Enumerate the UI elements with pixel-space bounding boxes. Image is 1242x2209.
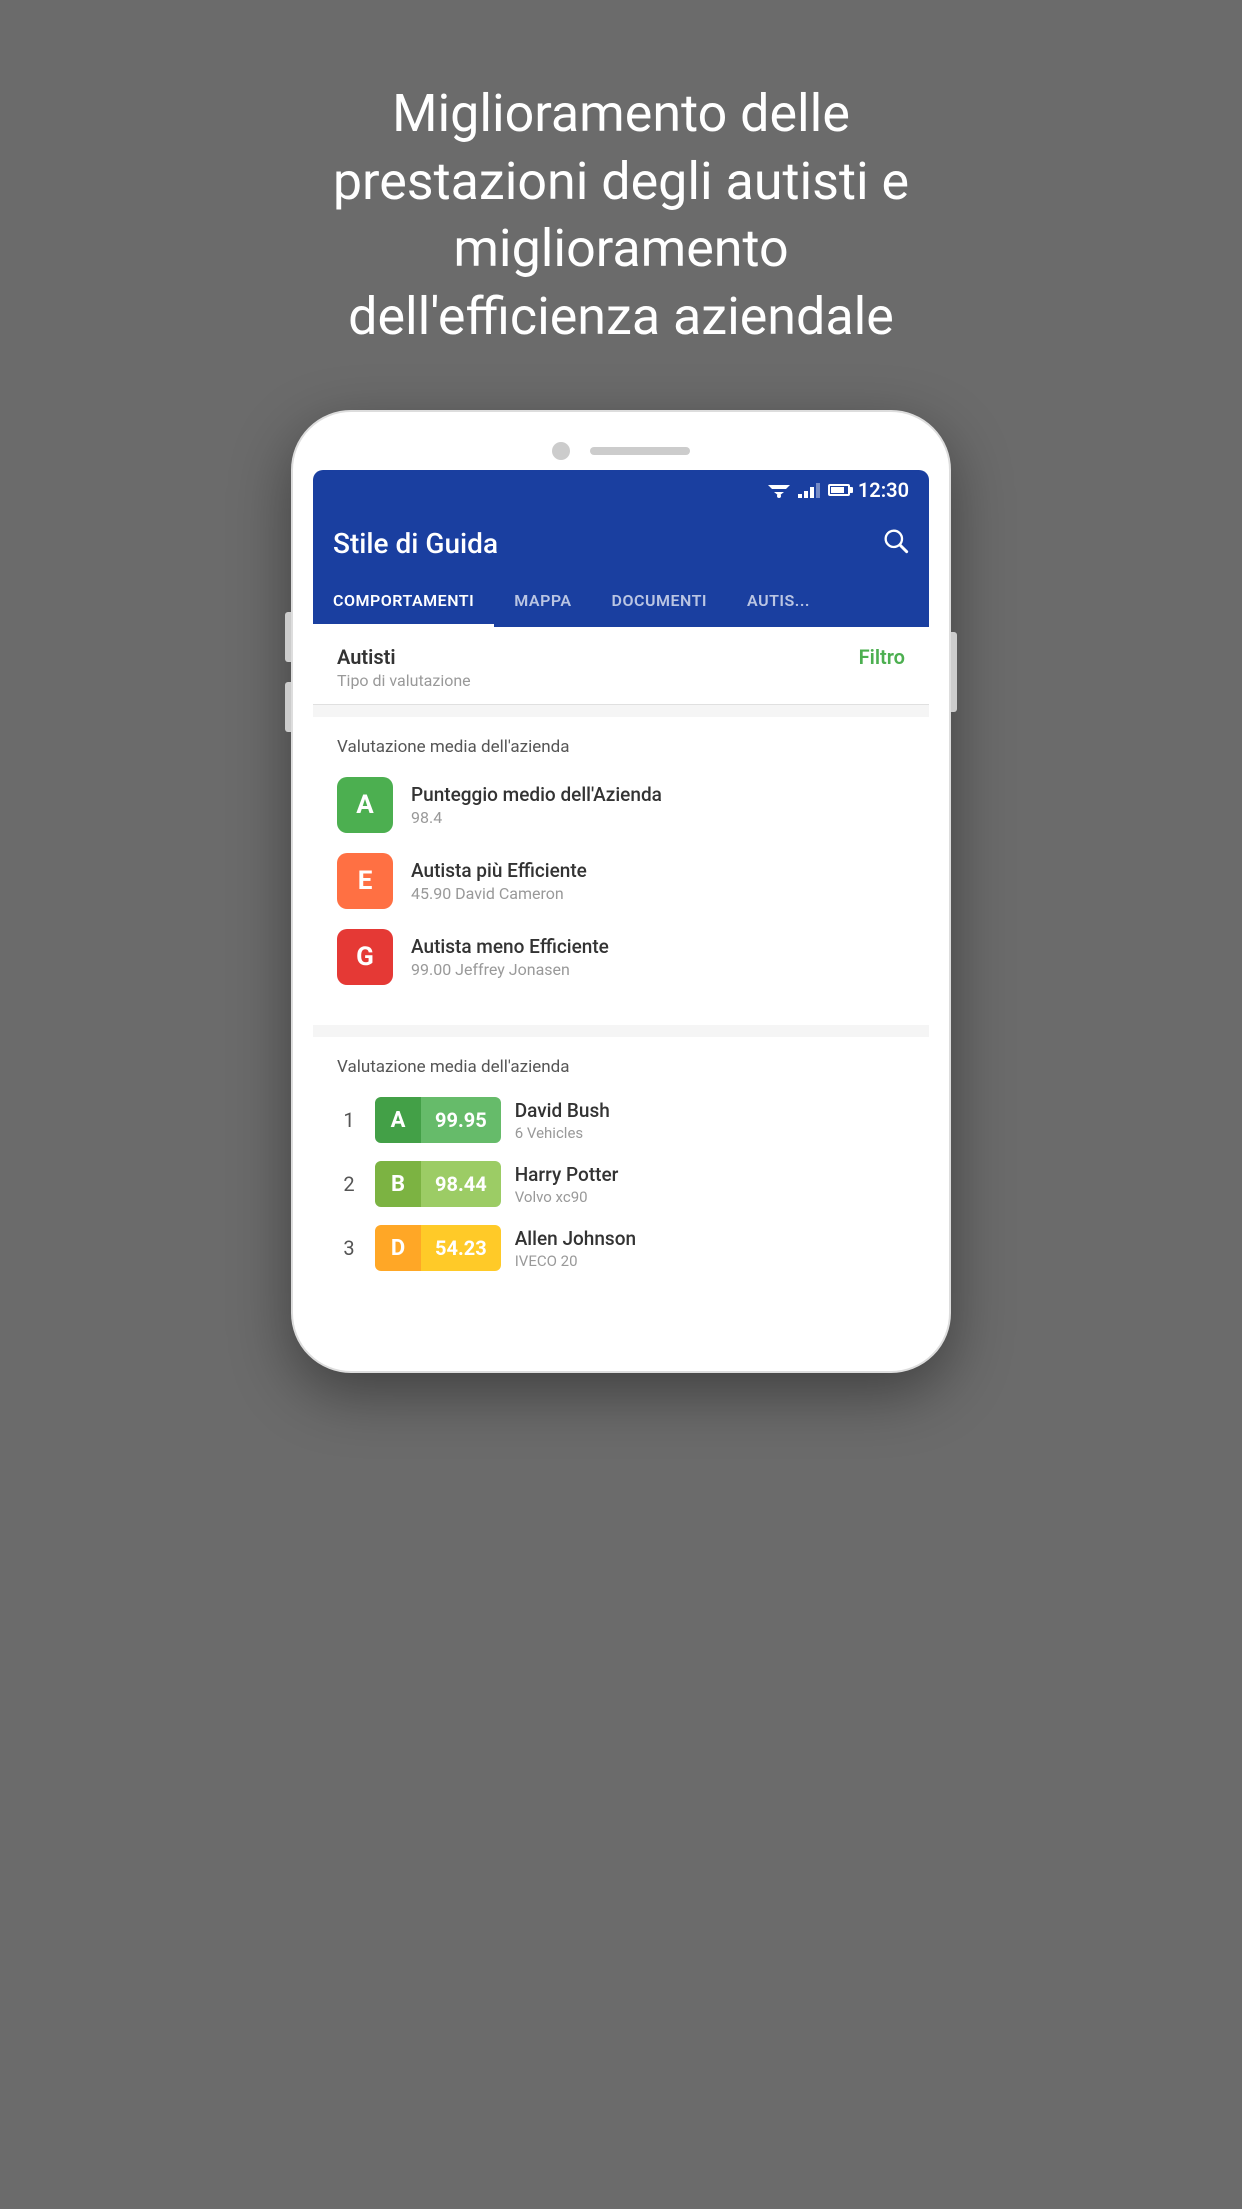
earpiece [590,447,690,455]
filter-button[interactable]: Filtro [859,645,905,669]
phone-top-bar [313,442,929,460]
rank-sub-2: IVECO 20 [515,1252,636,1270]
rank-letter-0: A [375,1097,421,1143]
metric-row-2: G Autista meno Efficiente 99.00 Jeffrey … [337,929,905,985]
rank-num-1: 2 [337,1172,361,1196]
rank-badge-1: B 98.44 [375,1161,501,1207]
rank-name-0: David Bush [515,1099,610,1122]
metric-label-2: Autista meno Efficiente [411,935,609,958]
company-section: Valutazione media dell'azienda A Puntegg… [313,717,929,1025]
app-bar: Stile di Guida [313,510,929,577]
ranking-row-1: 2 B 98.44 Harry Potter Volvo xc90 [337,1161,905,1207]
metric-badge-0: A [337,777,393,833]
ranking-row-0: 1 A 99.95 David Bush 6 Vehicles [337,1097,905,1143]
rank-letter-2: D [375,1225,421,1271]
metric-label-1: Autista più Efficiente [411,859,587,882]
rank-score-0: 99.95 [421,1097,501,1143]
rank-sub-0: 6 Vehicles [515,1124,610,1142]
battery-fill [831,487,844,493]
metric-value-1: 45.90 David Cameron [411,884,587,903]
rank-letter-1: B [375,1161,421,1207]
rank-score-2: 54.23 [421,1225,501,1271]
rank-num-2: 3 [337,1236,361,1260]
status-time: 12:30 [858,478,909,502]
rank-info-1: Harry Potter Volvo xc90 [515,1163,619,1206]
rank-badge-2: D 54.23 [375,1225,501,1271]
tab-comportamenti[interactable]: COMPORTAMENTI [313,577,494,627]
tab-mappa[interactable]: MAPPA [494,577,591,627]
ranking-section-title: Valutazione media dell'azienda [337,1057,905,1077]
volume-down-button [285,682,291,732]
metric-row-1: E Autista più Efficiente 45.90 David Cam… [337,853,905,909]
metric-value-2: 99.00 Jeffrey Jonasen [411,960,609,979]
ranking-row-2: 3 D 54.23 Allen Johnson IVECO 20 [337,1225,905,1271]
search-button[interactable] [881,526,909,561]
filter-title: Autisti [337,645,471,669]
power-button [951,632,957,712]
filter-header: Autisti Tipo di valutazione Filtro [313,627,929,705]
company-section-title: Valutazione media dell'azienda [337,737,905,757]
battery-icon [828,484,850,496]
rank-sub-1: Volvo xc90 [515,1188,619,1206]
metric-badge-2: G [337,929,393,985]
metric-info-0: Punteggio medio dell'Azienda 98.4 [411,783,662,827]
front-camera [552,442,570,460]
metric-badge-1: E [337,853,393,909]
rank-name-1: Harry Potter [515,1163,619,1186]
ranking-section: Valutazione media dell'azienda 1 A 99.95… [313,1037,929,1309]
filter-subtitle: Tipo di valutazione [337,671,471,690]
phone-screen: 12:30 Stile di Guida COMPORTAMENTI MAPPA… [313,470,929,1321]
metric-info-1: Autista più Efficiente 45.90 David Camer… [411,859,587,903]
tab-bar: COMPORTAMENTI MAPPA DOCUMENTI AUTIS... [313,577,929,627]
rank-info-2: Allen Johnson IVECO 20 [515,1227,636,1270]
status-icons: 12:30 [768,478,909,502]
wifi-icon [768,482,790,498]
metric-value-0: 98.4 [411,808,662,827]
phone-mockup: 12:30 Stile di Guida COMPORTAMENTI MAPPA… [291,410,951,1373]
content-area: Autisti Tipo di valutazione Filtro Valut… [313,627,929,1309]
app-title: Stile di Guida [333,527,498,560]
signal-icon [798,482,820,498]
tab-documenti[interactable]: DOCUMENTI [592,577,727,627]
rank-info-0: David Bush 6 Vehicles [515,1099,610,1142]
metric-label-0: Punteggio medio dell'Azienda [411,783,662,806]
filter-label-group: Autisti Tipo di valutazione [337,645,471,690]
volume-up-button [285,612,291,662]
rank-badge-0: A 99.95 [375,1097,501,1143]
tab-autisti[interactable]: AUTIS... [727,577,830,627]
metric-info-2: Autista meno Efficiente 99.00 Jeffrey Jo… [411,935,609,979]
rank-score-1: 98.44 [421,1161,501,1207]
hero-text: Miglioramento delle prestazioni degli au… [171,0,1071,410]
rank-num-0: 1 [337,1108,361,1132]
metric-row-0: A Punteggio medio dell'Azienda 98.4 [337,777,905,833]
rank-name-2: Allen Johnson [515,1227,636,1250]
status-bar: 12:30 [313,470,929,510]
